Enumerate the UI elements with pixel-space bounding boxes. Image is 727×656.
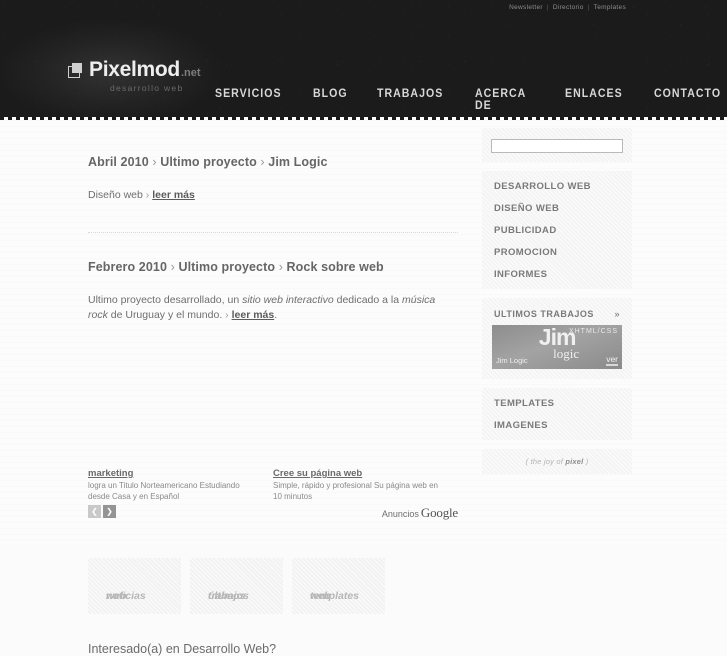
post-date: Febrero 2010 (88, 260, 168, 274)
tagline-close: ) (583, 457, 589, 466)
ad-item: marketing logra un Titulo Norteamericano… (88, 463, 273, 502)
post-name: Jim Logic (268, 155, 328, 169)
sidebar-item-informes[interactable]: INFORMES (482, 263, 632, 285)
sidebar-secondary-menu: TEMPLATES IMAGENES (482, 388, 632, 440)
ad-item: Cree su página web Simple, rápido y prof… (273, 463, 458, 502)
search-input[interactable] (491, 139, 623, 153)
bottom-heading: Interesado(a) en Desarrollo Web? (88, 642, 277, 656)
sidebar-item-promocion[interactable]: PROMOCION (482, 241, 632, 263)
post-excerpt: Ultimo proyecto desarrollado, un sitio w… (88, 293, 458, 323)
post-emphasis-1: sitio web interactivo (242, 294, 334, 306)
search-block (482, 128, 632, 162)
tagline-open: ( the joy of (525, 457, 566, 466)
sidebar-item-publicidad[interactable]: PUBLICIDAD (482, 219, 632, 241)
nav-item-enlaces[interactable]: ENLACES (565, 88, 623, 112)
nav-item-servicios[interactable]: SERVICIOS (215, 88, 282, 112)
post-sep-2: › (278, 260, 283, 274)
toplink-directorio[interactable]: Directorio (549, 4, 588, 11)
sidebar-menu: DESARROLLO WEB DISEÑO WEB PUBLICIDAD PRO… (482, 171, 632, 289)
ad-title-link[interactable]: marketing (88, 468, 133, 479)
post-kicker: Ultimo proyecto (178, 260, 276, 274)
logo-name: Pixelmod (89, 58, 180, 81)
top-utility-links: Newsletter | Directorio | Templates (505, 4, 630, 11)
promo-box-ultimos-trabajos[interactable]: últimos trabajos (190, 558, 283, 614)
nav-item-acerca-de[interactable]: ACERCA DE (475, 88, 534, 112)
site-header: Newsletter | Directorio | Templates Pixelmod… (0, 0, 727, 120)
nav-item-blog[interactable]: BLOG (313, 88, 348, 112)
latest-works-header: ULTIMOS TRABAJOS » (482, 306, 632, 325)
post-name: Rock sobre web (286, 260, 384, 274)
sidebar: DESARROLLO WEB DISEÑO WEB PUBLICIDAD PRO… (482, 128, 632, 474)
post-excerpt-text: Diseño web (88, 189, 143, 201)
toplink-templates[interactable]: Templates (590, 4, 630, 11)
read-more-link[interactable]: leer más (232, 309, 275, 321)
post-item: Febrero 2010 › Ultimo proyecto › Rock so… (88, 260, 458, 323)
post-title: Febrero 2010 › Ultimo proyecto › Rock so… (88, 260, 458, 274)
thumbnail-title-small: logic (553, 346, 580, 361)
google-ads-block: marketing logra un Titulo Norteamericano… (88, 463, 458, 525)
ad-description: logra un Titulo Norteamericano Estudiand… (88, 481, 240, 501)
post-excerpt-period: . (274, 309, 278, 321)
post-date: Abril 2010 (88, 155, 149, 169)
sidebar-item-imagenes[interactable]: IMAGENES (482, 414, 632, 436)
site-logo[interactable]: Pixelmod .net desarrollo web (68, 58, 201, 93)
post-list: Abril 2010 › Ultimo proyecto › Jim Logic… (88, 120, 458, 323)
post-item: Abril 2010 › Ultimo proyecto › Jim Logic… (88, 155, 458, 203)
promo-line-2: web (106, 590, 127, 602)
sidebar-tagline: ( the joy of pixel ) (482, 449, 632, 474)
promo-boxes: noticias web últimos trabajos templates web (88, 558, 385, 614)
tagline-bold: pixel (565, 457, 584, 466)
promo-box-templates-web[interactable]: templates web (292, 558, 385, 614)
sidebar-item-diseno-web[interactable]: DISEÑO WEB (482, 197, 632, 219)
post-excerpt-text-2: dedicado a la (333, 294, 403, 306)
post-kicker: Ultimo proyecto (160, 155, 257, 169)
main-navigation: SERVICIOS BLOG TRABAJOS ACERCA DE ENLACE… (215, 88, 727, 112)
chevron-right-icon[interactable]: » (614, 309, 620, 319)
post-divider (88, 232, 458, 233)
ad-description: Simple, rápido y profesional Su página w… (273, 481, 438, 501)
thumbnail-tech-label: XHTML/CSS (568, 328, 618, 335)
latest-works-block: ULTIMOS TRABAJOS » Jim logic XHTML/CSS J… (482, 298, 632, 379)
page-body: Abril 2010 › Ultimo proyecto › Jim Logic… (0, 120, 727, 656)
post-excerpt-text-3: de Uruguay y el mundo. (107, 309, 226, 321)
post-sep-1: › (152, 155, 157, 169)
promo-line-2: trabajos (208, 590, 249, 602)
ads-next-arrow-icon[interactable]: ❯ (103, 505, 116, 518)
google-wordmark: Google (420, 505, 458, 520)
post-sep-1: › (170, 260, 175, 274)
logo-squares-icon (68, 62, 83, 78)
post-excerpt: Diseño web › leer más (88, 188, 458, 203)
thumbnail-view-button[interactable]: ver (606, 355, 618, 366)
logo-tld: .net (180, 67, 201, 79)
sidebar-item-templates[interactable]: TEMPLATES (482, 392, 632, 414)
toplink-newsletter[interactable]: Newsletter (505, 4, 547, 11)
work-thumbnail-jim-logic[interactable]: Jim logic XHTML/CSS Jim Logic ver (492, 325, 622, 369)
post-excerpt-text: Ultimo proyecto desarrollado, un (88, 294, 243, 306)
google-ads-brand-prefix: Anuncios (381, 509, 419, 519)
promo-box-noticias-web[interactable]: noticias web (88, 558, 181, 614)
post-excerpt-arrow: › (225, 309, 229, 321)
google-ads-brand: Anuncios Google (382, 505, 458, 521)
promo-line-2: web (310, 590, 331, 602)
nav-item-contacto[interactable]: CONTACTO (654, 88, 721, 112)
thumbnail-project-label: Jim Logic (496, 356, 528, 365)
logo-tagline: desarrollo web (110, 83, 184, 93)
ads-prev-arrow-icon[interactable]: ❮ (88, 505, 101, 518)
latest-works-title: ULTIMOS TRABAJOS (494, 309, 594, 319)
nav-item-trabajos[interactable]: TRABAJOS (377, 88, 443, 112)
post-sep-2: › (260, 155, 265, 169)
ad-title-link[interactable]: Cree su página web (273, 468, 362, 479)
read-more-link[interactable]: leer más (152, 189, 195, 201)
post-excerpt-arrow: › (145, 189, 150, 201)
sidebar-item-desarrollo-web[interactable]: DESARROLLO WEB (482, 175, 632, 197)
post-title: Abril 2010 › Ultimo proyecto › Jim Logic (88, 155, 458, 169)
